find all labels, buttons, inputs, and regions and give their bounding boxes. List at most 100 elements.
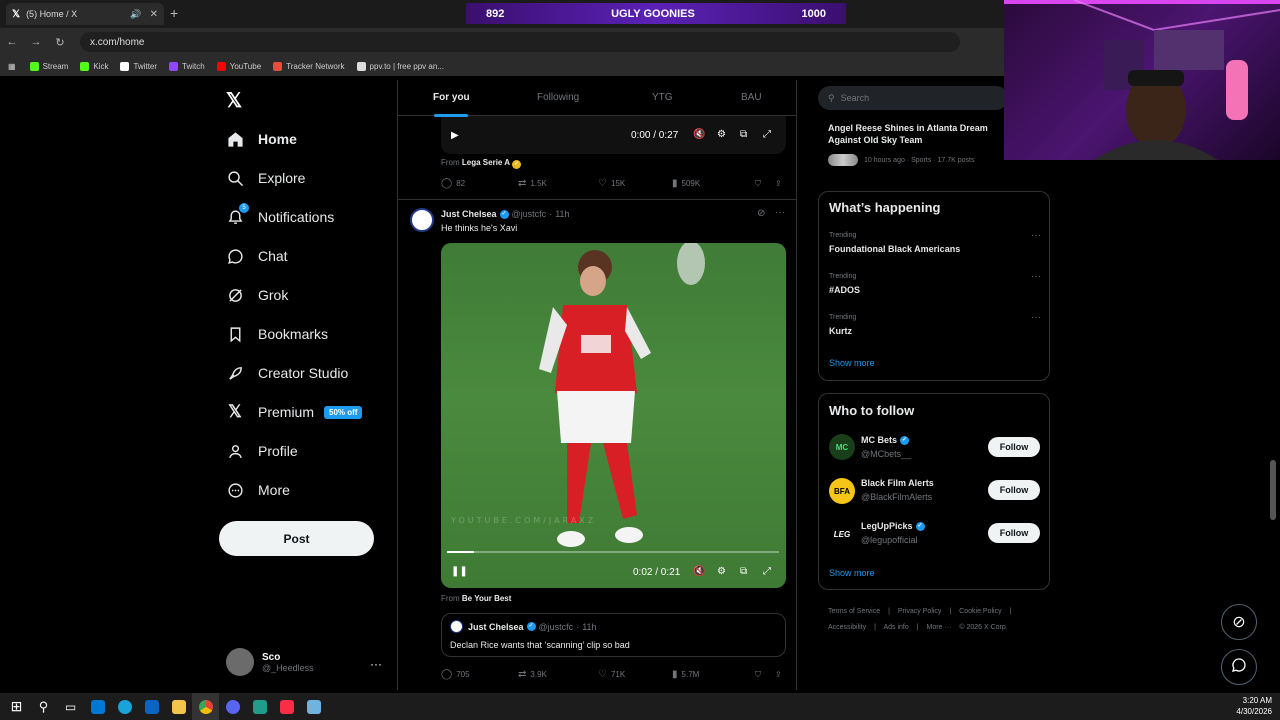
music-icon[interactable]	[273, 693, 300, 720]
chat-fab-button[interactable]	[1221, 649, 1257, 685]
footer-link[interactable]: Ads info	[883, 624, 908, 631]
pip-icon[interactable]: ⧉	[740, 129, 747, 140]
trend-item[interactable]: Kurtz	[829, 326, 852, 336]
grok-fab-button[interactable]: ⊘	[1221, 604, 1257, 640]
bookmark-stream[interactable]: Stream	[29, 61, 68, 71]
app-icon[interactable]	[246, 693, 273, 720]
account-switcher[interactable]: Sco @_Heedless	[226, 648, 314, 676]
like-button[interactable]: ♡ 71K	[598, 669, 672, 680]
scrollbar[interactable]	[1270, 460, 1276, 520]
video-player-1[interactable]: ▶ 0:00 / 0:27 🔇 ⚙ ⧉ ⤢	[441, 116, 786, 154]
reply-button[interactable]: ◯ 705	[441, 669, 518, 680]
from-source-link[interactable]: Be Your Best	[462, 594, 512, 603]
bookmark-tracker-network[interactable]: Tracker Network	[273, 61, 345, 71]
video-progress-track[interactable]	[447, 551, 779, 553]
more-dots-icon[interactable]: ···	[1031, 312, 1041, 323]
trend-item[interactable]: Foundational Black Americans	[829, 244, 960, 254]
share-icon[interactable]: ⇪	[775, 670, 782, 679]
nav-creator-studio[interactable]: Creator Studio	[226, 359, 348, 387]
post-time[interactable]: 11h	[555, 209, 569, 219]
footer-link[interactable]: Cookie Policy	[959, 608, 1001, 615]
author-name[interactable]: Just Chelsea	[441, 209, 497, 219]
search-input[interactable]: ⚲ Search	[818, 86, 1008, 110]
footer-link[interactable]: Terms of Service	[828, 608, 880, 615]
play-icon[interactable]: ▶	[451, 130, 459, 141]
footer-link[interactable]: Privacy Policy	[898, 608, 942, 615]
back-arrow-icon[interactable]: ←	[0, 36, 24, 48]
task-view-icon[interactable]: ▭	[57, 693, 84, 720]
bookmark-youtube[interactable]: YouTube	[216, 61, 261, 71]
post-button[interactable]: Post	[219, 521, 374, 556]
obs-icon[interactable]	[219, 693, 246, 720]
views-button[interactable]: ▮ 509K	[672, 178, 755, 189]
bookmark-kick[interactable]: Kick	[80, 61, 108, 71]
mail-icon[interactable]	[138, 693, 165, 720]
speaker-icon[interactable]: 🔊	[130, 9, 141, 20]
store-icon[interactable]	[84, 693, 111, 720]
pause-icon[interactable]: ❚❚	[451, 566, 468, 577]
nav-more[interactable]: More	[226, 476, 290, 504]
chrome-icon[interactable]	[192, 693, 219, 720]
share-icon[interactable]: ⇪	[775, 179, 782, 188]
more-dots-icon[interactable]: ···	[1031, 230, 1041, 241]
follow-suggestion-name[interactable]: LegUpPicks ✓	[861, 521, 925, 531]
tab-for-you[interactable]: For you	[433, 92, 470, 103]
like-button[interactable]: ♡ 15K	[598, 178, 672, 189]
pip-icon[interactable]: ⧉	[740, 566, 747, 577]
nav-explore[interactable]: Explore	[226, 164, 305, 192]
browser-tab[interactable]: 𝕏 (5) Home / X 🔊 ✕	[6, 3, 164, 25]
nav-premium[interactable]: 𝕏 Premium 50% off	[226, 398, 363, 426]
repost-button[interactable]: ⇄ 3.9K	[518, 669, 598, 680]
avatar[interactable]: MC	[829, 434, 855, 460]
windows-start-icon[interactable]: ⊞	[3, 693, 30, 720]
footer-link[interactable]: More ···	[927, 624, 952, 631]
author-handle[interactable]: @justcfc	[512, 209, 547, 219]
follow-suggestion-name[interactable]: MC Bets ✓	[861, 435, 910, 445]
x-logo-icon[interactable]: 𝕏	[226, 88, 242, 113]
url-field[interactable]: x.com/home	[80, 32, 960, 52]
bookmark-twitter[interactable]: Twitter	[120, 61, 157, 71]
from-source-link[interactable]: Lega Serie A	[462, 158, 510, 167]
apps-grid-icon[interactable]: ▦	[8, 62, 16, 71]
tab-ytg[interactable]: YTG	[652, 92, 673, 103]
reload-icon[interactable]: ↻	[48, 36, 72, 49]
show-more-link[interactable]: Show more	[829, 568, 875, 578]
tab-following[interactable]: Following	[537, 92, 579, 103]
bookmark-icon[interactable]: ⛉	[755, 670, 775, 680]
follow-button[interactable]: Follow	[988, 437, 1040, 457]
video-player-2[interactable]: YOUTUBE.COM/JARAXZ ❚❚ 0:02 / 0:21 🔇 ⚙ ⧉ …	[441, 243, 786, 588]
views-button[interactable]: ▮ 5.7M	[672, 669, 755, 680]
follow-button[interactable]: Follow	[988, 480, 1040, 500]
new-tab-button[interactable]: +	[170, 5, 178, 21]
nav-bookmarks[interactable]: Bookmarks	[226, 320, 328, 348]
bookmark-twitch[interactable]: Twitch	[169, 61, 205, 71]
system-clock[interactable]: 3:20 AM 4/30/2026	[1236, 695, 1272, 717]
app-icon[interactable]	[300, 693, 327, 720]
trend-item[interactable]: #ADOS	[829, 285, 860, 295]
follow-suggestion-name[interactable]: Black Film Alerts	[861, 478, 934, 488]
file-explorer-icon[interactable]	[165, 693, 192, 720]
nav-home[interactable]: Home	[226, 125, 297, 153]
edge-icon[interactable]	[111, 693, 138, 720]
mute-icon[interactable]: 🔇	[693, 566, 705, 577]
fullscreen-icon[interactable]: ⤢	[763, 566, 771, 577]
settings-icon[interactable]: ⚙	[717, 129, 726, 140]
more-dots-icon[interactable]: ···	[775, 207, 785, 218]
follow-button[interactable]: Follow	[988, 523, 1040, 543]
avatar[interactable]	[410, 208, 434, 232]
nav-chat[interactable]: Chat	[226, 242, 288, 270]
top-trend-title[interactable]: Angel Reese Shines in Atlanta Dream Agai…	[828, 122, 1008, 146]
show-more-link[interactable]: Show more	[829, 358, 875, 368]
search-icon[interactable]: ⚲	[30, 693, 57, 720]
mute-icon[interactable]: 🔇	[693, 129, 705, 140]
repost-button[interactable]: ⇄ 1.5K	[518, 178, 598, 189]
nav-profile[interactable]: Profile	[226, 437, 298, 465]
nav-grok[interactable]: Grok	[226, 281, 288, 309]
forward-arrow-icon[interactable]: →	[24, 36, 48, 48]
avatar[interactable]: LEG	[829, 521, 855, 547]
close-tab-icon[interactable]: ✕	[150, 9, 158, 20]
avatar[interactable]: BFA	[829, 478, 855, 504]
tab-bau[interactable]: BAU	[741, 92, 762, 103]
more-dots-icon[interactable]: ···	[1031, 271, 1041, 282]
more-dots-icon[interactable]: ···	[370, 657, 382, 671]
